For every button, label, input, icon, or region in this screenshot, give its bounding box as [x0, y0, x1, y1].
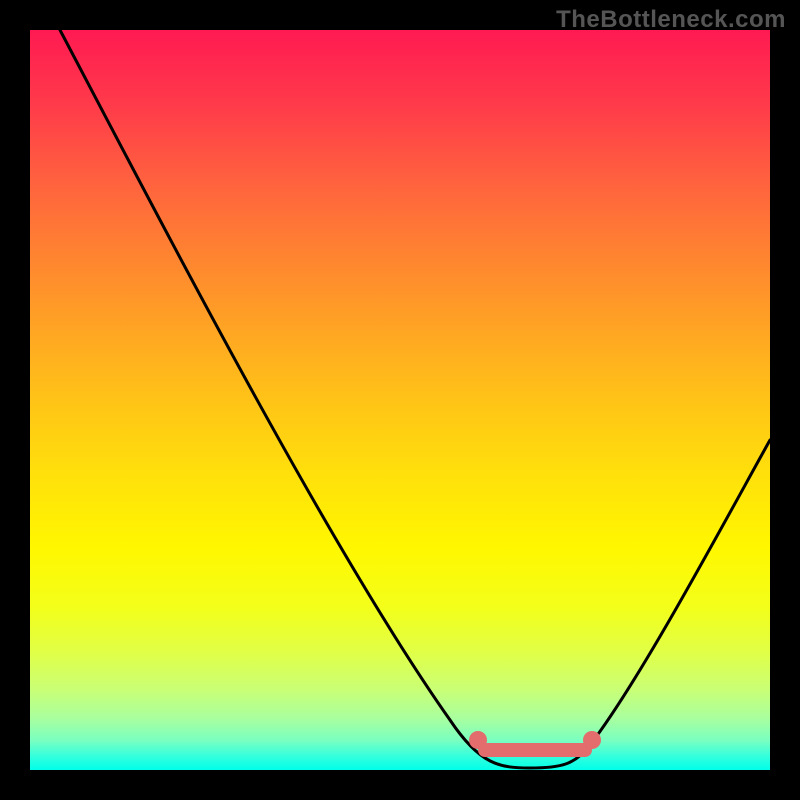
optimal-zone-dot-right	[583, 731, 601, 749]
optimal-zone-dot-left	[469, 731, 487, 749]
plot-area	[30, 30, 770, 770]
bottleneck-curve-svg	[30, 30, 770, 770]
chart-container: TheBottleneck.com	[0, 0, 800, 800]
bottleneck-curve	[60, 30, 770, 768]
watermark-text: TheBottleneck.com	[556, 6, 786, 34]
